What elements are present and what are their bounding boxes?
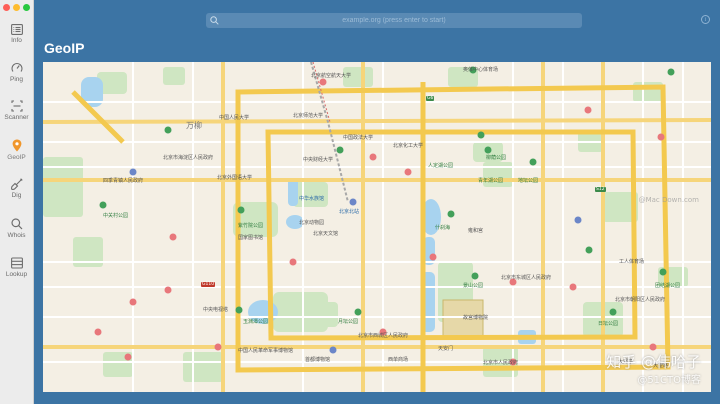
map-label: G110 — [201, 282, 216, 287]
watermark-text: @51CTO博客 — [637, 375, 701, 386]
main-panel: i GeoIP — [34, 0, 720, 404]
sidebar-item-label: Dig — [11, 192, 22, 199]
sidebar-item-scanner[interactable]: Scanner — [0, 100, 33, 121]
shovel-icon — [10, 178, 23, 190]
sidebar-item-info[interactable]: Info — [0, 24, 33, 44]
search-bar[interactable] — [206, 13, 582, 28]
map-label: 月坛公园 — [338, 319, 359, 325]
map-label: 团结湖公园 — [655, 283, 681, 289]
sidebar: Info Ping Scanner GeoIP Dig Whois Lookup — [0, 0, 34, 404]
map-label: 北京市西城区人民政府 — [358, 333, 409, 339]
map-label: 首都博物馆 — [305, 357, 331, 363]
map-label: 中关村公园 — [103, 213, 129, 219]
map-graphics — [43, 62, 711, 392]
map-label: 奥体中心体育场 — [463, 67, 499, 73]
map-label: 什刹海 — [435, 225, 451, 231]
window-controls — [3, 4, 30, 11]
page-title: GeoIP — [44, 40, 85, 56]
map-label: 工人体育场 — [619, 259, 645, 265]
sidebar-item-lookup[interactable]: Lookup — [0, 257, 33, 278]
map-label: 故宫博物院 — [463, 315, 489, 321]
sidebar-item-geoip[interactable]: GeoIP — [0, 139, 33, 161]
map-label: 北京市海淀区人民政府 — [163, 155, 214, 161]
map-label: 地坛公园 — [518, 178, 539, 184]
map-label: 北京动物园 — [299, 220, 325, 226]
map-label: 中国政法大学 — [343, 135, 374, 141]
info-icon[interactable]: i — [701, 15, 710, 24]
map-label: 紫竹院公园 — [238, 223, 264, 229]
map-label: 中央电视塔 — [203, 307, 229, 313]
watermark-text: 知乎 @伟哈子 — [606, 353, 701, 371]
map-label: 中央财经大学 — [303, 157, 334, 163]
map-label: 天安门 — [438, 346, 454, 352]
sidebar-item-whois[interactable]: Whois — [0, 218, 33, 239]
map-label: 青年湖公园 — [478, 178, 504, 184]
map-label: 国家图书馆 — [238, 235, 264, 241]
sidebar-item-label: Lookup — [5, 271, 28, 278]
watermark-text: @Mac Down.com — [638, 196, 699, 204]
sidebar-item-label: Scanner — [4, 114, 29, 121]
map-view[interactable]: 北京航空航天大学 奥体中心体育场 中国人民大学 北京师范大学 中国政法大学 北京… — [43, 62, 711, 392]
list-icon — [10, 24, 23, 35]
gauge-icon — [10, 62, 23, 72]
sidebar-item-label: Info — [11, 37, 22, 44]
scanner-icon — [10, 100, 23, 112]
map-label: G6 — [426, 96, 435, 101]
map-label: 西单商场 — [388, 357, 409, 363]
sidebar-item-dig[interactable]: Dig — [0, 178, 33, 199]
map-label: 北京师范大学 — [293, 113, 324, 119]
map-label: 玉渊潭公园 — [243, 319, 269, 325]
sidebar-item-label: Whois — [7, 232, 26, 239]
table-icon — [10, 257, 23, 269]
map-label: 北京市人民政府 — [483, 360, 519, 366]
map-label: 北京市东城区人民政府 — [501, 275, 552, 281]
map-label: 柳荫公园 — [486, 155, 507, 161]
sidebar-item-ping[interactable]: Ping — [0, 62, 33, 83]
close-window-button[interactable] — [3, 4, 10, 11]
sidebar-item-label: Ping — [9, 76, 23, 83]
map-label: 中华水族馆 — [299, 196, 325, 202]
map-label: 北京航空航天大学 — [311, 73, 352, 79]
map-label: S12 — [595, 187, 606, 192]
map-label: 日坛公园 — [598, 321, 619, 327]
map-label: 中国人民大学 — [219, 115, 250, 121]
sidebar-item-label: GeoIP — [7, 154, 26, 161]
map-label: 北京天文馆 — [313, 231, 339, 237]
map-label: 北京市朝阳区人民政府 — [615, 297, 666, 303]
map-label: 北京北站 — [339, 209, 360, 215]
minimize-window-button[interactable] — [13, 4, 20, 11]
zoom-window-button[interactable] — [23, 4, 30, 11]
map-label: 北京化工大学 — [393, 143, 424, 149]
map-label: 中国人民革命军事博物馆 — [238, 348, 294, 354]
search-input[interactable] — [206, 13, 582, 28]
map-label: 人定湖公园 — [428, 163, 454, 169]
magnifier-icon — [10, 218, 22, 230]
map-label: 北京外国语大学 — [217, 175, 253, 181]
map-label: 雍和宫 — [468, 228, 484, 234]
map-label: 景山公园 — [463, 283, 484, 289]
search-icon — [210, 16, 219, 25]
location-pin-icon — [12, 139, 21, 152]
map-label: 万柳 — [186, 121, 202, 130]
map-label: 四季青镇人民政府 — [103, 178, 144, 184]
